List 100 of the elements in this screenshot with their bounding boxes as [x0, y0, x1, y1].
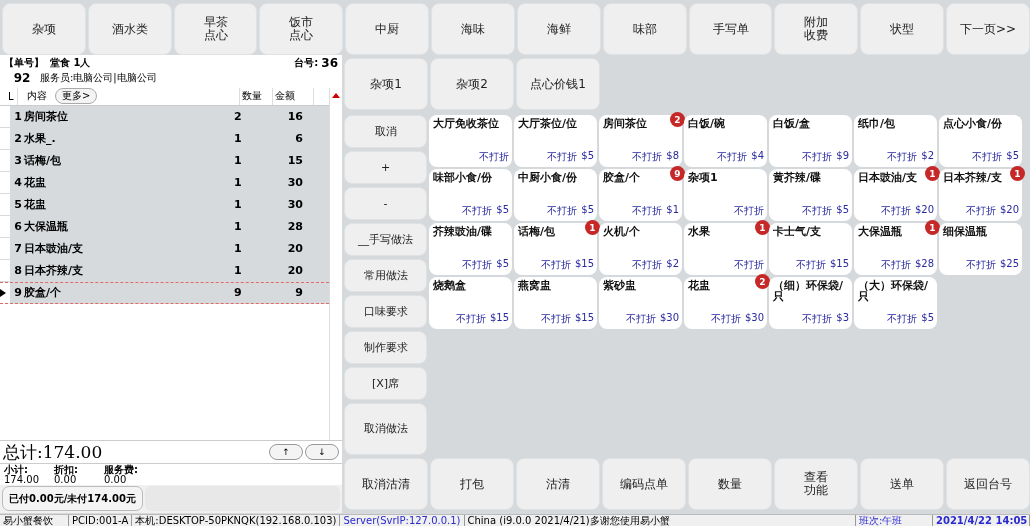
menu-item-card[interactable]: 芥辣豉油/碟 不打折 $5	[429, 223, 512, 275]
table-cell-text: 1	[233, 264, 243, 278]
menu-item-card[interactable]: 话梅/包 不打折 $15 1	[514, 223, 597, 275]
function-button[interactable]: 数量	[688, 458, 772, 510]
move-up-button[interactable]: ↑	[269, 444, 303, 461]
menu-item-card[interactable]: 细保温瓶 不打折 $25	[939, 223, 1022, 275]
subtotal-label: 折扣:	[54, 465, 78, 476]
order-row[interactable]: 8 日本芥辣/支 1 20	[0, 259, 329, 282]
menu-item-card[interactable]: 白饭/碗 不打折 $4	[684, 115, 767, 167]
menu-item-card[interactable]: 日本芥辣/支 不打折 $20 1	[939, 169, 1022, 221]
discount-note: 不打折	[802, 312, 833, 326]
action-button[interactable]: 取消做法	[344, 403, 427, 455]
order-row[interactable]: 9 胶盒/个 9 9	[0, 281, 329, 304]
item-price: $15	[574, 258, 594, 271]
action-button[interactable]: 常用做法	[344, 259, 427, 292]
order-row[interactable]: 6 大保温瓶 1 28	[0, 215, 329, 238]
action-button[interactable]: 取消	[344, 115, 427, 148]
item-price: $2	[666, 258, 679, 271]
item-price: $15	[574, 312, 594, 325]
discount-note: 不打折	[540, 258, 571, 272]
menu-item-card[interactable]: 水果 不打折 1	[684, 223, 767, 275]
table-cell-text: 1	[233, 176, 243, 190]
table-cell-text: 20	[286, 264, 304, 278]
function-button[interactable]: 打包	[430, 458, 514, 510]
category-button[interactable]: 附加收费	[774, 3, 859, 55]
status-datetime: 2021/4/22 14:05	[933, 515, 1030, 526]
item-name: 花盅	[688, 280, 710, 291]
category-button[interactable]: 下一页>>	[946, 3, 1030, 55]
category-button[interactable]: 状型	[860, 3, 945, 55]
menu-item-card[interactable]: 大保温瓶 不打折 $28 1	[854, 223, 937, 275]
menu-item-card[interactable]: 燕窝盅 不打折 $15	[514, 277, 597, 329]
order-row[interactable]: 3 话梅/包 1 15	[0, 149, 329, 172]
menu-item-card[interactable]: 味部小食/份 不打折 $5	[429, 169, 512, 221]
category-button[interactable]: 杂项	[2, 3, 86, 55]
function-button[interactable]: 返回台号	[946, 458, 1030, 510]
scrollbar[interactable]	[329, 87, 342, 441]
subcategory-button[interactable]: 杂项2	[430, 58, 514, 110]
count-badge: 1	[925, 220, 940, 235]
menu-item-card[interactable]: 花盅 不打折 $30 2	[684, 277, 767, 329]
category-button[interactable]: 味部	[602, 3, 687, 55]
menu-item-card[interactable]: 卡士气/支 不打折 $15	[769, 223, 852, 275]
function-button[interactable]: 编码点单	[602, 458, 686, 510]
function-button[interactable]: 查看功能	[774, 458, 858, 510]
category-button[interactable]: 中厨	[345, 3, 430, 55]
status-pcid: PCID:001-A	[69, 515, 133, 526]
menu-item-card[interactable]: 房间茶位 不打折 $8 2	[599, 115, 682, 167]
menu-item-card[interactable]: 大厅茶位/位 不打折 $5	[514, 115, 597, 167]
discount-note: 不打折	[887, 150, 918, 164]
category-button[interactable]: 酒水类	[87, 3, 172, 55]
move-down-button[interactable]: ↓	[305, 444, 339, 461]
menu-item-card[interactable]: （细）环保袋/只 不打折 $3	[769, 277, 852, 329]
category-button[interactable]: 早茶点心	[173, 3, 258, 55]
menu-item-card[interactable]: 大厅免收茶位 不打折	[429, 115, 512, 167]
subcategory-button[interactable]: 杂项1	[344, 58, 428, 110]
action-button[interactable]: [X]席	[344, 367, 427, 400]
category-button[interactable]: 手写单	[688, 3, 773, 55]
menu-item-card[interactable]: 白饭/盒 不打折 $9	[769, 115, 852, 167]
menu-item-card[interactable]: （大）环保袋/只 不打折 $5	[854, 277, 937, 329]
menu-item-card[interactable]: 烧鹅盒 不打折 $15	[429, 277, 512, 329]
menu-item-card[interactable]: 火机/个 不打折 $2	[599, 223, 682, 275]
action-button[interactable]: 口味要求	[344, 295, 427, 328]
menu-item-card[interactable]: 点心小食/份 不打折 $5	[939, 115, 1022, 167]
subcategory-button[interactable]: 点心价钱1	[516, 58, 600, 110]
menu-item-card[interactable]: 杂项1 不打折	[684, 169, 767, 221]
menu-item-card[interactable]: 紫砂盅 不打折 $30	[599, 277, 682, 329]
order-row[interactable]: 1 房间茶位 2 16	[0, 105, 329, 128]
function-button[interactable]: 沽清	[516, 458, 600, 510]
function-button[interactable]: 送单	[860, 458, 944, 510]
menu-item-card[interactable]: 中厨小食/份 不打折 $5	[514, 169, 597, 221]
action-button[interactable]: -	[344, 187, 427, 220]
menu-item-card[interactable]: 日本豉油/支 不打折 $20 1	[854, 169, 937, 221]
item-name: （细）环保袋/只	[773, 280, 845, 302]
menu-item-card[interactable]: 胶盒/个 不打折 $1 9	[599, 169, 682, 221]
order-row[interactable]: 4 花盅 1 30	[0, 171, 329, 194]
function-button[interactable]: 取消沽清	[344, 458, 428, 510]
scroll-up-icon[interactable]	[332, 92, 340, 98]
item-name: 杂项1	[688, 172, 718, 183]
table-cell-text: 日本芥辣/支	[24, 263, 85, 279]
more-button[interactable]: 更多>	[55, 88, 98, 105]
column-header: L	[0, 87, 18, 105]
order-row[interactable]: 7 日本豉油/支 1 20	[0, 237, 329, 260]
status-shift: 班次:午班	[856, 515, 933, 526]
action-button[interactable]: 制作要求	[344, 331, 427, 364]
table-cell-text: 30	[286, 176, 304, 190]
menu-item-card[interactable]: 黄芥辣/碟 不打折 $5	[769, 169, 852, 221]
category-button[interactable]: 海鲜	[516, 3, 601, 55]
item-name: 中厨小食/份	[518, 172, 578, 183]
action-button[interactable]: __手写做法	[344, 223, 427, 256]
order-row[interactable]: 5 花盅 1 30	[0, 193, 329, 216]
category-button[interactable]: 饭市点心	[259, 3, 344, 55]
item-name: （大）环保袋/只	[858, 280, 930, 302]
category-button[interactable]: 海味	[431, 3, 515, 55]
discount-note: 不打折	[632, 150, 663, 164]
table-cell-text: 6	[294, 132, 304, 146]
menu-item-card[interactable]: 纸巾/包 不打折 $2	[854, 115, 937, 167]
action-button[interactable]: +	[344, 151, 427, 184]
item-price: $25	[999, 258, 1019, 271]
order-row[interactable]: 2 水果_. 1 6	[0, 127, 329, 150]
payment-button[interactable]: 已付0.00元/未付174.00元	[2, 486, 143, 511]
table-cell-text: 花盅	[24, 197, 47, 213]
